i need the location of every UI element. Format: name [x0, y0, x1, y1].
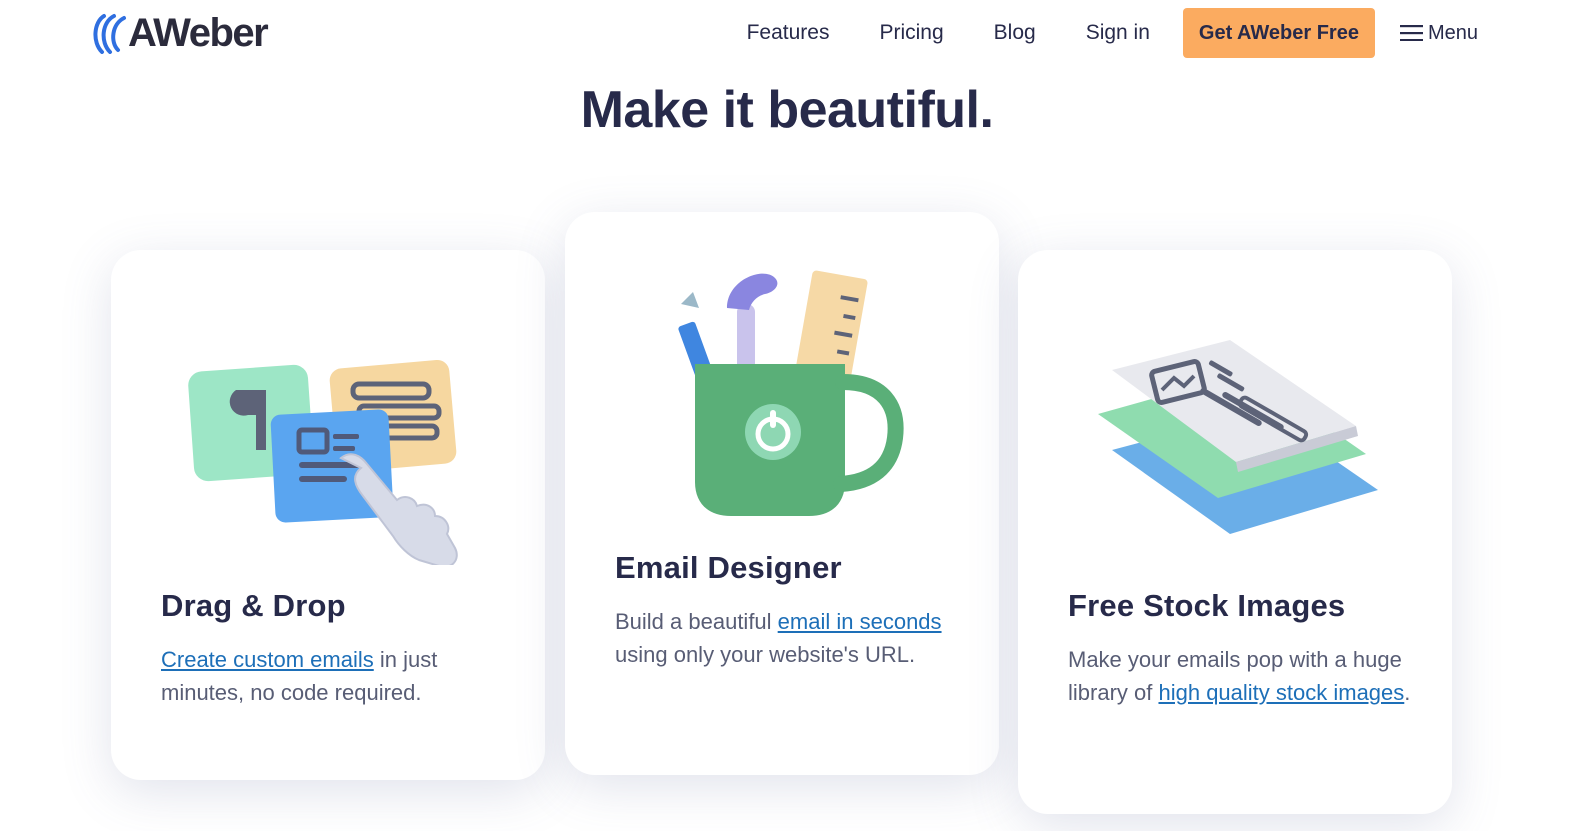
feature-card-email-designer: Email Designer Build a beautiful email i…	[565, 212, 999, 775]
get-aweber-free-button[interactable]: Get AWeber Free	[1182, 8, 1375, 58]
card-description: Build a beautiful email in seconds using…	[615, 609, 942, 667]
card-title: Drag & Drop	[161, 588, 346, 623]
menu-label: Menu	[1427, 21, 1478, 44]
nav-blog[interactable]: Blog	[994, 8, 1036, 58]
hamburger-icon	[1399, 25, 1423, 41]
menu-button[interactable]: Menu	[1399, 21, 1478, 45]
email-in-seconds-link[interactable]: email in seconds	[778, 609, 942, 634]
card-title: Email Designer	[615, 550, 842, 585]
card-description: Make your emails pop with a huge library…	[1068, 647, 1411, 705]
page-title: Make it beautiful.	[580, 81, 994, 139]
create-custom-emails-link[interactable]: Create custom emails	[161, 647, 374, 672]
card-description: Create custom emails in just minutes, no…	[161, 647, 438, 705]
aweber-logo[interactable]: AWeber	[90, 11, 269, 55]
main-nav: Features Pricing Blog Sign in Get AWeber…	[747, 8, 1478, 58]
nav-signin[interactable]: Sign in	[1086, 8, 1150, 58]
nav-features[interactable]: Features	[747, 8, 830, 58]
stock-images-illustration-icon	[1098, 340, 1378, 534]
mug-illustration-icon	[678, 270, 904, 516]
feature-card-drag-drop: Drag & Drop Create custom emails in just…	[111, 250, 545, 780]
nav-pricing[interactable]: Pricing	[879, 8, 943, 58]
feature-card-free-stock-images: Free Stock Images Make your emails pop w…	[1018, 250, 1452, 814]
logo-text: AWeber	[128, 11, 269, 55]
logo-mark-icon	[93, 14, 126, 54]
site-header: AWeber Features Pricing Blog Sign in Get…	[0, 0, 1574, 64]
drag-drop-illustration-icon	[188, 359, 458, 565]
card-title: Free Stock Images	[1068, 588, 1346, 623]
high-quality-stock-images-link[interactable]: high quality stock images	[1158, 680, 1404, 705]
